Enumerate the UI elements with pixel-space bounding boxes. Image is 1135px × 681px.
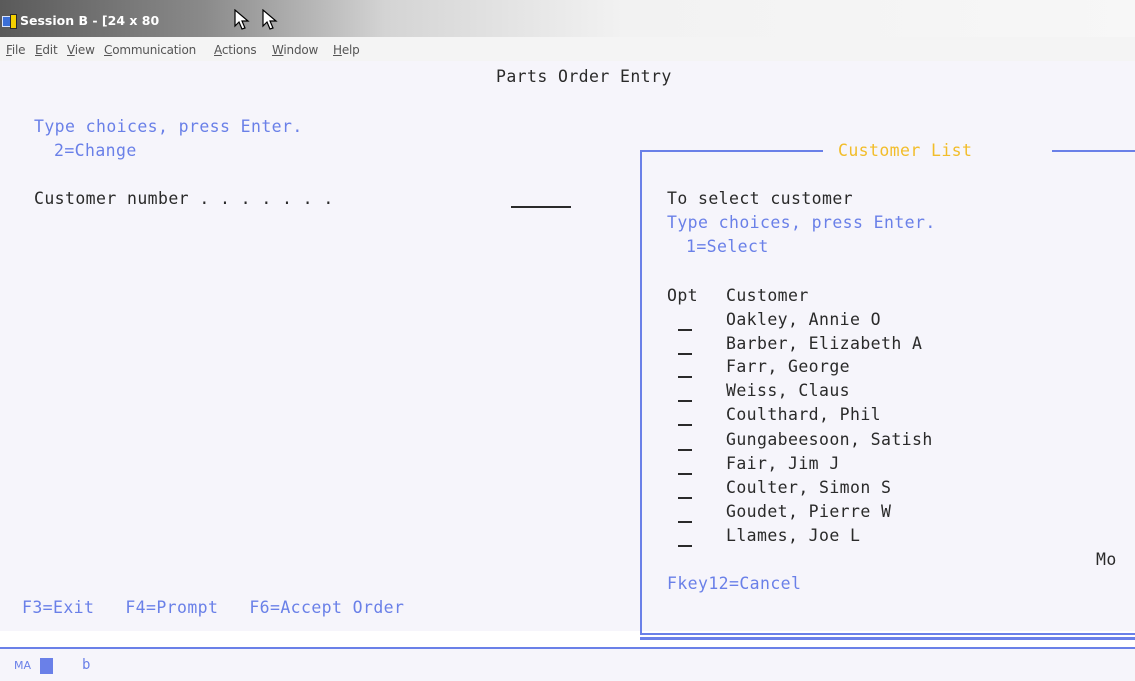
col-header-opt: Opt	[667, 286, 699, 305]
col-header-customer: Customer	[726, 286, 809, 305]
list-item: Goudet, Pierre W	[726, 502, 892, 521]
menu-edit[interactable]: Edit	[35, 43, 58, 57]
list-item: Gungabeesoon, Satish	[726, 430, 933, 449]
popup-header: To select customer	[667, 189, 854, 208]
list-item: Oakley, Annie O	[726, 310, 882, 329]
mouse-pointer-icon	[234, 9, 250, 30]
opt-field[interactable]	[678, 473, 692, 475]
opt-field[interactable]	[678, 329, 692, 331]
opt-field[interactable]	[678, 424, 692, 426]
popup-shadow	[640, 637, 1135, 640]
title-bar[interactable]: Session B - [24 x 80	[0, 0, 1135, 37]
opt-field[interactable]	[678, 449, 692, 451]
more-indicator: Mo	[1096, 550, 1117, 569]
opt-field[interactable]	[678, 521, 692, 523]
menu-help[interactable]: Help	[333, 43, 360, 57]
status-value: b	[82, 657, 91, 673]
menu-communication[interactable]: Communication	[104, 43, 196, 57]
list-item: Llames, Joe L	[726, 526, 861, 545]
instruction-text: Type choices, press Enter.	[34, 117, 303, 136]
popup-title: Customer List	[838, 141, 973, 160]
list-item: Barber, Elizabeth A	[726, 334, 923, 353]
opt-field[interactable]	[678, 545, 692, 547]
customer-number-label: Customer number . . . . . . .	[34, 189, 334, 208]
menu-actions[interactable]: Actions	[214, 43, 257, 57]
popup-fkey-cancel: Fkey12=Cancel	[667, 574, 802, 593]
status-cursor-block	[40, 658, 53, 674]
option-change: 2=Change	[54, 141, 137, 160]
opt-field[interactable]	[678, 497, 692, 499]
menu-file[interactable]: File	[6, 43, 26, 57]
popup-instruction: Type choices, press Enter.	[667, 213, 936, 232]
menu-window[interactable]: Window	[272, 43, 318, 57]
function-keys: F3=Exit F4=Prompt F6=Accept Order	[22, 598, 405, 617]
status-bar: MA b	[0, 647, 1135, 681]
list-item: Weiss, Claus	[726, 381, 851, 400]
window-title: Session B - [24 x 80	[20, 13, 160, 28]
list-item: Coulthard, Phil	[726, 405, 882, 424]
popup-option-select: 1=Select	[686, 237, 769, 256]
popup-border-top-right	[1052, 150, 1135, 152]
menu-bar: File Edit View Communication Actions Win…	[0, 37, 1135, 61]
popup-border-top-left	[640, 150, 823, 152]
popup-border-bottom	[640, 633, 1135, 635]
list-item: Farr, George	[726, 357, 851, 376]
session-icon[interactable]	[2, 14, 18, 29]
opt-field[interactable]	[678, 353, 692, 355]
status-mode: MA	[14, 659, 32, 672]
list-item: Fair, Jim J	[726, 454, 840, 473]
opt-field[interactable]	[678, 400, 692, 402]
menu-view[interactable]: View	[67, 43, 95, 57]
screen-title: Parts Order Entry	[496, 67, 672, 86]
popup-border-left	[640, 150, 642, 635]
list-item: Coulter, Simon S	[726, 478, 892, 497]
opt-field[interactable]	[678, 376, 692, 378]
mouse-pointer-icon	[262, 9, 278, 30]
customer-number-input[interactable]	[511, 206, 571, 208]
